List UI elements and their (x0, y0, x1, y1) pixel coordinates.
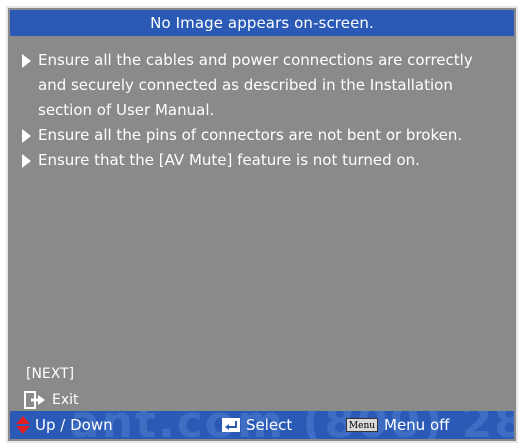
exit-button[interactable]: Exit (24, 390, 79, 410)
list-item: Ensure all the pins of connectors are no… (18, 123, 504, 148)
triangle-right-icon (22, 129, 31, 143)
osd-footer-bar: ant.com (800) 281 Up / Down Select Menu … (10, 411, 514, 439)
menu-off-label: Menu off (384, 416, 450, 434)
list-item-text: Ensure all the pins of connectors are no… (38, 126, 463, 144)
up-down-arrows-icon (16, 416, 30, 434)
triangle-right-icon (22, 54, 31, 68)
osd-help-window: No Image appears on-screen. Ensure all t… (6, 6, 518, 443)
troubleshooting-list: Ensure all the cables and power connecti… (18, 48, 504, 173)
exit-icon (24, 391, 45, 409)
up-down-hint: Up / Down (16, 411, 113, 439)
select-hint: Select (222, 411, 292, 439)
menu-key-icon: Menu (346, 418, 378, 432)
list-item: Ensure that the [AV Mute] feature is not… (18, 148, 504, 173)
exit-label: Exit (52, 392, 79, 408)
list-item: Ensure all the cables and power connecti… (18, 48, 504, 123)
list-item-text: Ensure that the [AV Mute] feature is not… (38, 151, 420, 169)
up-down-label: Up / Down (35, 416, 113, 434)
menu-off-hint: Menu Menu off (346, 411, 449, 439)
triangle-right-icon (22, 154, 31, 168)
osd-title-bar: No Image appears on-screen. (10, 10, 514, 36)
next-link[interactable]: [NEXT] (26, 366, 74, 382)
enter-key-icon (222, 418, 240, 432)
osd-title: No Image appears on-screen. (150, 14, 374, 32)
list-item-text: Ensure all the cables and power connecti… (38, 51, 473, 119)
select-label: Select (246, 416, 293, 434)
